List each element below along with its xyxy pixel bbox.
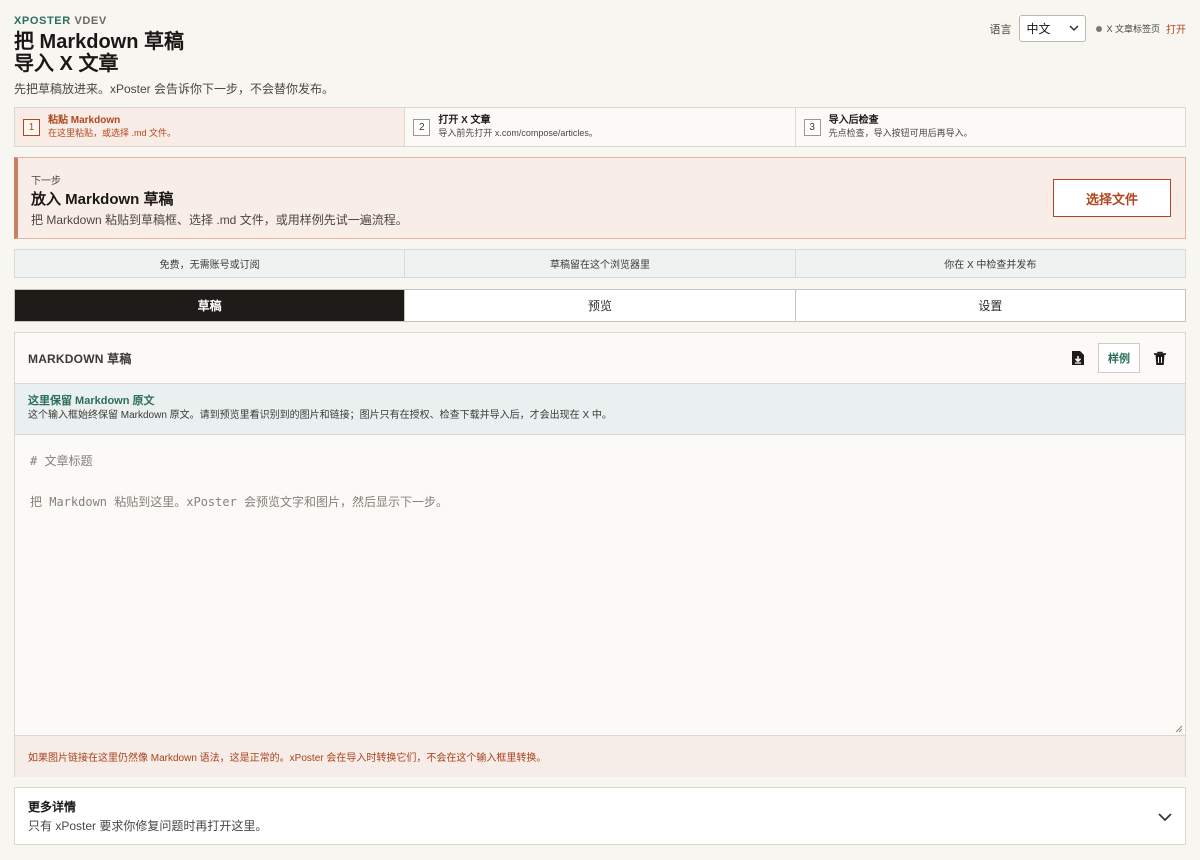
tab-bar: 草稿 预览 设置 (14, 289, 1186, 322)
more-details-section[interactable]: 更多详情 只有 xPoster 要求你修复问题时再打开这里。 (14, 787, 1186, 845)
brand-name: XPOSTER (14, 15, 71, 27)
open-x-tab-link[interactable]: 打开 (1166, 21, 1186, 36)
info-box: 这里保留 Markdown 原文 这个输入框始终保留 Markdown 原文。请… (15, 384, 1185, 435)
features-bar: 免费，无需账号或订阅 草稿留在这个浏览器里 你在 X 中检查并发布 (14, 249, 1186, 278)
step-desc: 导入前先打开 x.com/compose/articles。 (438, 128, 598, 138)
choose-file-button[interactable]: 选择文件 (1053, 179, 1171, 217)
language-select[interactable]: 中文 (1019, 15, 1087, 42)
markdown-textarea[interactable]: # 文章标题 把 Markdown 粘贴到这里。xPoster 会预览文字和图片… (15, 435, 1185, 736)
next-step-label: 下一步 (31, 176, 61, 187)
image-link-note: 如果图片链接在这里仍然像 Markdown 语法，这是正常的。xPoster 会… (15, 736, 1185, 777)
details-title: 更多详情 (28, 800, 77, 814)
feature-item: 你在 X 中检查并发布 (944, 260, 1037, 271)
resize-handle-icon[interactable] (1174, 724, 1183, 733)
step-title: 打开 X 文章 (438, 115, 491, 126)
step-number: 3 (803, 118, 821, 136)
language-area: 语言 中文 X 文章标签页 打开 (989, 15, 1186, 42)
trash-icon (1154, 351, 1166, 365)
chevron-down-icon[interactable] (1157, 810, 1173, 824)
page-subtitle: 先把草稿放进来。xPoster 会告诉你下一步，不会替你发布。 (14, 82, 335, 96)
info-title: 这里保留 Markdown 原文 (28, 395, 155, 407)
markdown-panel: MARKDOWN 草稿 样例 这里保留 Markdown 原文 这个输入框始终保… (14, 332, 1186, 777)
step-title: 粘贴 Markdown (48, 115, 121, 126)
brand: XPOSTER VDEV (14, 15, 107, 27)
next-step-desc: 把 Markdown 粘贴到草稿框、选择 .md 文件，或用样例先试一遍流程。 (31, 213, 408, 227)
details-desc: 只有 xPoster 要求你修复问题时再打开这里。 (28, 819, 268, 833)
tab-draft[interactable]: 草稿 (15, 290, 406, 321)
language-label: 语言 (989, 23, 1012, 36)
info-desc: 这个输入框始终保留 Markdown 原文。请到预览里看识别到的图片和链接；图片… (28, 410, 612, 421)
step-number: 1 (23, 118, 40, 136)
panel-toolbar: 样例 (1066, 343, 1172, 373)
panel-title: MARKDOWN 草稿 (28, 351, 132, 366)
step-1[interactable]: 1 粘贴 Markdown 在这里粘贴，或选择 .md 文件。 (15, 108, 406, 146)
step-number: 2 (413, 118, 431, 136)
editor-placeholder-line-1: # 文章标题 (30, 454, 93, 468)
import-file-button[interactable] (1066, 343, 1090, 373)
sample-button[interactable]: 样例 (1098, 343, 1140, 373)
clear-button[interactable] (1148, 343, 1172, 373)
brand-version: VDEV (74, 15, 107, 27)
tab-preview[interactable]: 预览 (405, 290, 796, 321)
feature-item: 草稿留在这个浏览器里 (405, 250, 796, 277)
steps-bar: 1 粘贴 Markdown 在这里粘贴，或选择 .md 文件。 2 打开 X 文… (14, 107, 1186, 147)
next-step-card: 下一步 放入 Markdown 草稿 把 Markdown 粘贴到草稿框、选择 … (14, 157, 1186, 239)
tab-settings[interactable]: 设置 (796, 290, 1185, 321)
file-import-icon (1072, 351, 1084, 365)
panel-header: MARKDOWN 草稿 样例 (15, 333, 1185, 384)
step-desc: 先点检查，导入按钮可用后再导入。 (828, 128, 973, 138)
feature-item: 免费，无需账号或订阅 (15, 250, 406, 277)
editor-placeholder-line-2: 把 Markdown 粘贴到这里。xPoster 会预览文字和图片，然后显示下一… (30, 495, 449, 509)
step-3[interactable]: 3 导入后检查 先点检查，导入按钮可用后再导入。 (796, 108, 1185, 146)
page-title: 把 Markdown 草稿导入 X 文章 (14, 31, 185, 75)
next-step-title: 放入 Markdown 草稿 (31, 191, 174, 208)
step-2[interactable]: 2 打开 X 文章 导入前先打开 x.com/compose/articles。 (405, 108, 796, 146)
step-title: 导入后检查 (828, 115, 879, 126)
language-selected: 中文 (1026, 22, 1051, 36)
step-desc: 在这里粘贴，或选择 .md 文件。 (48, 128, 177, 138)
status-dot-icon (1096, 25, 1103, 32)
x-tab-status: X 文章标签页 打开 (1096, 21, 1186, 36)
chevron-down-icon (1069, 24, 1080, 34)
x-tab-status-text: X 文章标签页 (1106, 24, 1160, 34)
